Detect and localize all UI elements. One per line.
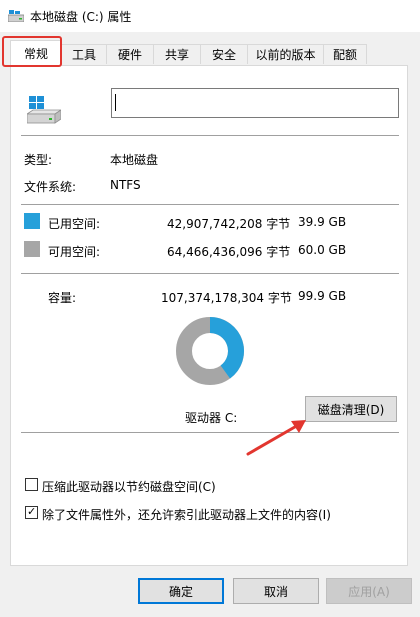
index-checkbox[interactable]: ✓ [25,505,38,519]
filesystem-value: NTFS [110,178,141,192]
index-label: 除了文件属性外，还允许索引此驱动器上文件的内容(I) [42,508,331,522]
disk-cleanup-button[interactable]: 磁盘清理(D) [305,396,397,422]
hard-drive-icon [27,96,61,124]
annotation-arrow [246,420,306,456]
compress-checkbox[interactable] [25,478,38,491]
tab-previous-versions[interactable]: 以前的版本 [247,44,324,64]
type-value: 本地磁盘 [110,153,159,167]
drive-letter-label: 驱动器 C: [185,411,238,425]
tab-tools[interactable]: 工具 [61,44,107,64]
capacity-label: 容量: [48,291,77,305]
general-panel: 类型: 本地磁盘 文件系统: NTFS 已用空间: 42,907,742,208… [10,65,408,566]
window-title: 本地磁盘 (C:) 属性 [30,10,132,24]
text-caret [115,94,116,111]
type-label: 类型: [24,153,53,167]
used-space-bytes: 42,907,742,208 字节 [167,217,291,231]
capacity-bytes: 107,374,178,304 字节 [161,291,292,305]
free-space-swatch [24,241,40,257]
free-space-size: 60.0 GB [298,243,347,257]
separator-top [21,135,399,136]
used-space-swatch [24,213,40,229]
compress-label: 压缩此驱动器以节约磁盘空间(C) [42,480,216,494]
ok-button[interactable]: 确定 [138,578,224,604]
used-space-size: 39.9 GB [298,215,347,229]
title-bar: 本地磁盘 (C:) 属性 [0,0,420,32]
capacity-size: 99.9 GB [298,289,347,303]
annotation-highlight-box [2,36,62,67]
tab-security[interactable]: 安全 [200,44,248,64]
free-space-label: 可用空间: [48,245,101,259]
free-space-bytes: 64,466,436,096 字节 [167,245,291,259]
used-space-label: 已用空间: [48,217,101,231]
drive-icon [8,10,24,22]
donut-used-segment [209,317,244,379]
separator-bottom [21,432,399,433]
filesystem-label: 文件系统: [24,180,77,194]
tab-sharing[interactable]: 共享 [153,44,201,64]
disk-usage-donut [176,317,244,385]
separator-middle [21,204,399,205]
index-check-mark: ✓ [27,505,37,518]
tab-hardware[interactable]: 硬件 [106,44,154,64]
drive-name-input[interactable] [111,88,399,118]
cancel-button[interactable]: 取消 [233,578,319,604]
apply-button[interactable]: 应用(A) [326,578,412,604]
tab-quota[interactable]: 配额 [323,44,367,64]
separator-capacity [21,273,399,274]
